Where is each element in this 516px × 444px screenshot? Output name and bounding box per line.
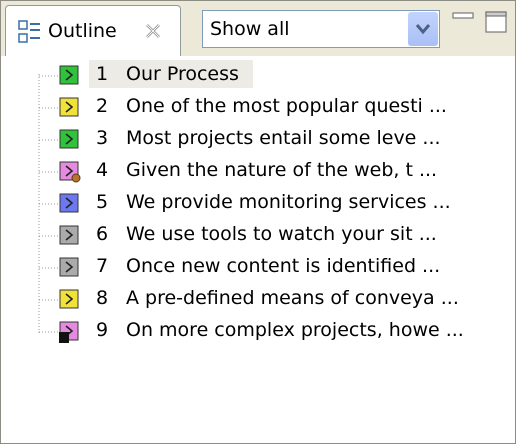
tree-item-5[interactable]: 5 We provide monitoring services ... — [1, 188, 481, 216]
item-label: Given the nature of the web, t ... — [126, 159, 438, 181]
step-gray-icon — [59, 257, 79, 277]
tree-connector — [39, 331, 59, 333]
tree-connector — [39, 171, 59, 173]
step-green-icon — [59, 129, 79, 149]
tree-connector — [39, 107, 59, 109]
filter-select[interactable]: Show all — [202, 10, 440, 48]
minimize-icon[interactable] — [452, 11, 474, 29]
item-label: Once new content is identified ... — [126, 255, 441, 277]
item-number: 3 — [96, 127, 109, 149]
item-number: 6 — [96, 223, 109, 245]
item-label: We use tools to watch your sit ... — [126, 223, 437, 245]
step-pink-icon — [59, 161, 81, 183]
item-number: 5 — [96, 191, 109, 213]
item-label: Most projects entail some leve ... — [126, 127, 441, 149]
step-blue-icon — [59, 193, 79, 213]
tree-item-8[interactable]: 8 A pre-defined means of conveya ... — [1, 284, 481, 312]
view-header: Outline Show all — [1, 1, 515, 57]
tree-connector — [39, 267, 59, 269]
tree-connector — [39, 235, 59, 237]
step-yellow-icon — [59, 289, 79, 309]
item-number: 1 — [96, 63, 109, 85]
item-label: On more complex projects, howe ... — [126, 319, 464, 341]
tree-connector — [39, 75, 59, 77]
tab-label: Outline — [48, 20, 117, 42]
close-icon[interactable] — [144, 22, 162, 40]
item-number: 2 — [96, 95, 109, 117]
tab-outline[interactable]: Outline — [5, 5, 181, 57]
item-number: 4 — [96, 159, 109, 181]
item-label: A pre-defined means of conveya ... — [126, 287, 459, 309]
maximize-icon[interactable] — [485, 11, 507, 33]
tree-item-2[interactable]: 2 One of the most popular questi ... — [1, 92, 481, 120]
step-green-icon — [59, 65, 79, 85]
outline-icon — [18, 20, 40, 43]
tree-connector — [39, 299, 59, 301]
tree-item-6[interactable]: 6 We use tools to watch your sit ... — [1, 220, 481, 248]
item-label: One of the most popular questi ... — [126, 95, 447, 117]
step-gray-icon — [59, 225, 79, 245]
tree-connector — [39, 203, 59, 205]
filter-select-value: Show all — [210, 18, 290, 40]
tree-item-3[interactable]: 3 Most projects entail some leve ... — [1, 124, 481, 152]
item-number: 9 — [96, 319, 109, 341]
item-label: Our Process — [126, 63, 239, 85]
chevron-down-icon — [415, 24, 431, 35]
outline-view: Outline Show all 1 Our Process 2 One of … — [0, 0, 516, 444]
item-number: 8 — [96, 287, 109, 309]
item-label: We provide monitoring services ... — [126, 191, 451, 213]
tree-item-9[interactable]: 9 On more complex projects, howe ... — [1, 316, 481, 344]
step-yellow-icon — [59, 97, 79, 117]
outline-tree: 1 Our Process 2 One of the most popular que… — [1, 56, 515, 443]
item-number: 7 — [96, 255, 109, 277]
step-pink-icon — [59, 321, 79, 343]
tree-connector — [39, 139, 59, 141]
dropdown-button[interactable] — [408, 12, 438, 46]
tree-item-7[interactable]: 7 Once new content is identified ... — [1, 252, 481, 280]
tree-item-1[interactable]: 1 Our Process — [1, 60, 481, 88]
tree-item-4[interactable]: 4 Given the nature of the web, t ... — [1, 156, 481, 184]
